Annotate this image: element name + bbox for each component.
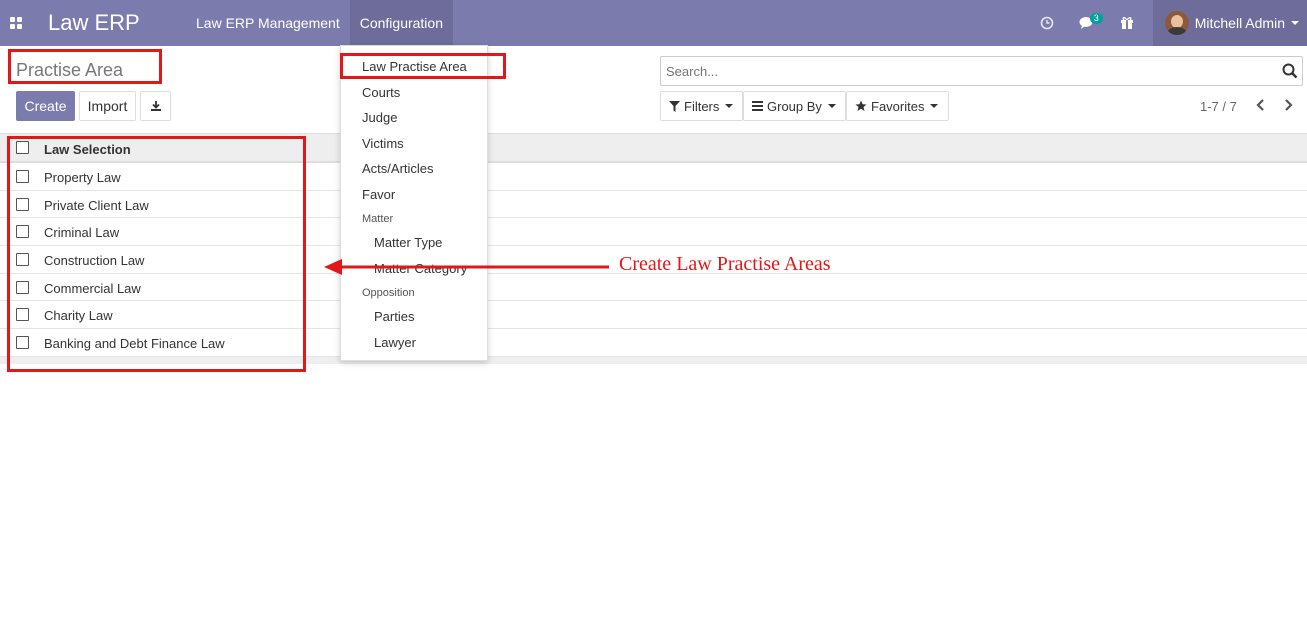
search-input[interactable] — [661, 57, 1261, 85]
menu-item-lawyer[interactable]: Lawyer — [374, 335, 416, 350]
menu-item-parties[interactable]: Parties — [374, 309, 414, 324]
filters-label: Filters — [684, 98, 720, 114]
search-icon[interactable] — [1281, 62, 1299, 80]
app-brand[interactable]: Law ERP — [48, 10, 140, 36]
list-icon — [752, 101, 763, 111]
menu-item-acts-articles[interactable]: Acts/Articles — [362, 161, 434, 176]
configuration-dropdown: Law Practise Area Courts Judge Victims A… — [340, 45, 488, 361]
messages-badge: 3 — [1089, 13, 1103, 24]
menu-item-matter-type[interactable]: Matter Type — [374, 235, 442, 250]
apps-grid-icon[interactable] — [10, 17, 22, 29]
menu-item-courts[interactable]: Courts — [362, 85, 400, 100]
user-name: Mitchell Admin — [1194, 15, 1285, 31]
menu-law-erp-management[interactable]: Law ERP Management — [186, 0, 350, 46]
menu-highlight-box — [340, 53, 506, 79]
messages-icon[interactable]: 3 — [1067, 0, 1107, 46]
chevron-right-icon[interactable] — [1280, 97, 1296, 113]
filter-icon — [669, 100, 680, 112]
group-by-button[interactable]: Group By — [743, 91, 846, 121]
chevron-down-icon — [827, 104, 836, 108]
chevron-left-icon[interactable] — [1253, 97, 1269, 113]
chevron-down-icon — [1291, 21, 1299, 25]
import-button[interactable]: Import — [79, 91, 136, 121]
annotation-text: Create Law Practise Areas — [619, 253, 831, 275]
star-icon — [855, 100, 867, 111]
filters-button[interactable]: Filters — [660, 91, 743, 121]
list-highlight-box — [7, 136, 306, 372]
menu-configuration[interactable]: Configuration — [349, 0, 453, 46]
user-menu[interactable]: Mitchell Admin — [1152, 0, 1307, 46]
clock-icon[interactable] — [1027, 0, 1067, 46]
export-button[interactable] — [140, 91, 171, 121]
favorites-label: Favorites — [871, 98, 925, 114]
favorites-button[interactable]: Favorites — [846, 91, 949, 121]
chevron-down-icon — [725, 104, 734, 108]
gift-icon[interactable] — [1107, 0, 1147, 46]
group-by-label: Group By — [767, 98, 822, 114]
pager-value[interactable]: 1-7 / 7 — [1200, 99, 1237, 114]
systray: 3 Mitchell Admin — [1027, 0, 1307, 46]
download-icon — [150, 101, 161, 111]
menu-item-judge[interactable]: Judge — [362, 110, 397, 125]
top-navbar: Law ERP Law ERP Management Configuration… — [0, 0, 1307, 46]
menu-header-matter: Matter — [362, 213, 394, 225]
create-button[interactable]: Create — [16, 91, 75, 121]
main-menu: Law ERP Management Configuration — [186, 0, 453, 46]
page-title: Practise Area — [16, 60, 124, 80]
user-avatar — [1164, 11, 1189, 35]
search-box — [660, 56, 1303, 86]
annotation-arrow — [324, 259, 609, 275]
menu-item-favor[interactable]: Favor — [362, 187, 395, 202]
chevron-down-icon — [930, 104, 939, 108]
menu-header-opposition: Opposition — [362, 287, 415, 299]
menu-item-victims[interactable]: Victims — [362, 136, 404, 151]
